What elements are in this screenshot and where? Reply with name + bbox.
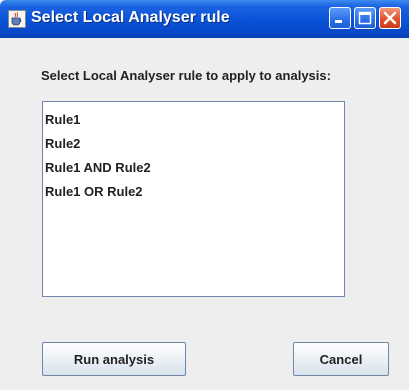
- minimize-icon: [335, 20, 342, 23]
- maximize-button[interactable]: [354, 7, 376, 29]
- minimize-button[interactable]: [329, 7, 351, 29]
- close-button[interactable]: [379, 7, 401, 29]
- run-analysis-button[interactable]: Run analysis: [42, 342, 186, 376]
- prompt-label: Select Local Analyser rule to apply to a…: [41, 68, 331, 83]
- rule-list-item[interactable]: Rule1 OR Rule2: [43, 180, 344, 204]
- close-icon: [383, 11, 397, 25]
- rule-list-item[interactable]: Rule2: [43, 132, 344, 156]
- java-cup-icon: [8, 10, 26, 28]
- rule-list[interactable]: Rule1 Rule2 Rule1 AND Rule2 Rule1 OR Rul…: [42, 101, 345, 297]
- window-title: Select Local Analyser rule: [31, 9, 230, 26]
- rule-list-item[interactable]: Rule1: [43, 108, 344, 132]
- dialog-window: Select Local Analyser rule Select Local …: [0, 0, 409, 390]
- maximize-icon: [358, 11, 372, 25]
- title-bar[interactable]: Select Local Analyser rule: [0, 0, 409, 38]
- rule-list-item[interactable]: Rule1 AND Rule2: [43, 156, 344, 180]
- cancel-button[interactable]: Cancel: [293, 342, 389, 376]
